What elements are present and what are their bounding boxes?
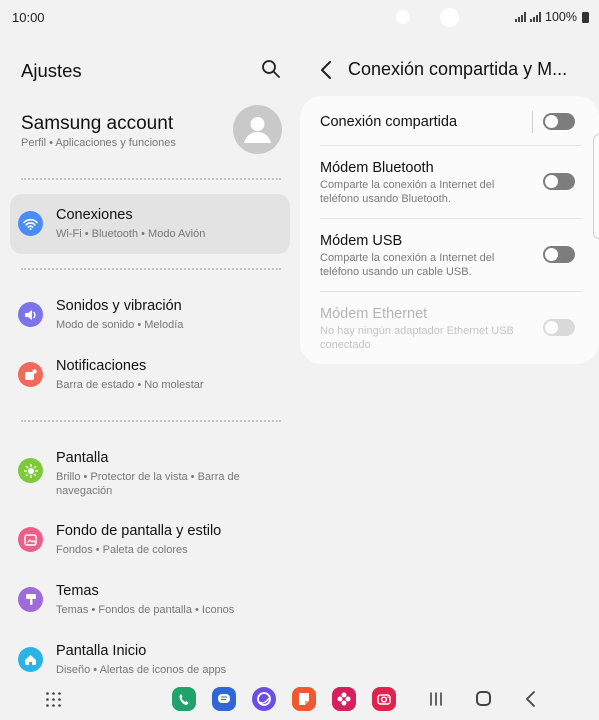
row-subtitle: No hay ningún adaptador Ethernet USB con… bbox=[320, 325, 514, 351]
toggle-knob bbox=[544, 114, 559, 129]
toggle-knob bbox=[544, 174, 559, 189]
account-name: Samsung account bbox=[21, 113, 174, 134]
picture-icon bbox=[18, 527, 43, 552]
settings-item-title: Conexiones bbox=[56, 207, 133, 223]
vertical-divider bbox=[532, 111, 533, 133]
settings-item-conexiones[interactable]: Conexiones Wi-Fi • Bluetooth • Modo Avió… bbox=[10, 194, 290, 254]
camera-app-icon[interactable] bbox=[372, 687, 396, 711]
edge-panel-handle[interactable] bbox=[593, 134, 599, 239]
page-title: Ajustes bbox=[21, 60, 82, 81]
settings-item-subtitle: Brillo • Protector de la vista • Barra d… bbox=[56, 471, 240, 497]
home-icon bbox=[18, 647, 43, 672]
home-button-icon[interactable] bbox=[476, 691, 491, 706]
sun-icon bbox=[18, 458, 43, 483]
tethering-detail-pane: Conexión compartida y M... Conexión comp… bbox=[300, 34, 599, 680]
settings-item-temas[interactable]: Temas Temas • Fondos de pantalla • Icono… bbox=[10, 570, 290, 630]
divider bbox=[21, 420, 281, 422]
notes-app-icon[interactable] bbox=[292, 687, 316, 711]
navigation-bar bbox=[0, 680, 599, 720]
toggle-knob bbox=[544, 247, 559, 262]
back-arrow-icon[interactable] bbox=[318, 59, 336, 81]
theme-brush-icon bbox=[18, 587, 43, 612]
settings-item-pantalla[interactable]: Pantalla Brillo • Protector de la vista … bbox=[10, 437, 290, 503]
status-time: 10:00 bbox=[12, 10, 45, 25]
account-subtitle: Perfil • Aplicaciones y funciones bbox=[21, 137, 176, 149]
settings-item-subtitle: Barra de estado • No molestar bbox=[56, 379, 204, 391]
toggle-modem-usb[interactable] bbox=[543, 246, 575, 263]
settings-item-title: Notificaciones bbox=[56, 358, 147, 374]
avatar[interactable] bbox=[233, 105, 282, 154]
toggle-modem-ethernet bbox=[543, 319, 575, 336]
app-drawer-icon[interactable] bbox=[45, 691, 62, 708]
settings-item-title: Fondo de pantalla y estilo bbox=[56, 523, 222, 539]
signal-icon bbox=[530, 12, 542, 22]
settings-item-fondo[interactable]: Fondo de pantalla y estilo Fondos • Pale… bbox=[10, 510, 290, 570]
toggle-modem-bluetooth[interactable] bbox=[543, 173, 575, 190]
row-title: Conexión compartida bbox=[320, 114, 458, 130]
status-indicators: 100% bbox=[515, 10, 589, 24]
camera-cutout bbox=[396, 10, 410, 24]
settings-list-pane: Ajustes Samsung account Perfil • Aplicac… bbox=[0, 34, 300, 680]
internet-app-icon[interactable] bbox=[252, 687, 276, 711]
back-button-icon[interactable] bbox=[524, 690, 538, 708]
settings-item-subtitle: Wi-Fi • Bluetooth • Modo Avión bbox=[56, 228, 206, 240]
settings-item-title: Pantalla bbox=[56, 450, 109, 466]
settings-item-title: Temas bbox=[56, 583, 99, 599]
messages-app-icon[interactable] bbox=[212, 687, 236, 711]
speaker-icon bbox=[18, 302, 43, 327]
camera-cutout bbox=[440, 8, 459, 27]
settings-item-title: Sonidos y vibración bbox=[56, 298, 182, 314]
settings-item-notificaciones[interactable]: Notificaciones Barra de estado • No mole… bbox=[10, 345, 290, 405]
settings-item-title: Pantalla Inicio bbox=[56, 643, 147, 659]
gallery-app-icon[interactable] bbox=[332, 687, 356, 711]
divider bbox=[21, 178, 281, 180]
toggle-conexion-compartida[interactable] bbox=[543, 113, 575, 130]
person-icon bbox=[244, 117, 271, 143]
settings-item-subtitle: Modo de sonido • Melodía bbox=[56, 319, 184, 331]
row-subtitle: Comparte la conexión a Internet del telé… bbox=[320, 252, 495, 278]
row-title: Módem Bluetooth bbox=[320, 160, 434, 176]
battery-icon bbox=[582, 11, 589, 23]
settings-item-subtitle: Fondos • Paleta de colores bbox=[56, 544, 188, 556]
settings-item-subtitle: Diseño • Alertas de iconos de apps bbox=[56, 664, 227, 676]
settings-item-sonidos[interactable]: Sonidos y vibración Modo de sonido • Mel… bbox=[10, 285, 290, 345]
settings-item-subtitle: Temas • Fondos de pantalla • Iconos bbox=[56, 604, 235, 616]
recent-apps-icon[interactable] bbox=[428, 691, 444, 707]
row-title: Módem Ethernet bbox=[320, 306, 428, 322]
toggle-knob bbox=[544, 320, 559, 335]
search-icon[interactable] bbox=[260, 58, 282, 80]
phone-app-icon[interactable] bbox=[172, 687, 196, 711]
divider bbox=[21, 268, 281, 270]
battery-percent: 100% bbox=[545, 10, 577, 24]
detail-title: Conexión compartida y M... bbox=[348, 59, 568, 79]
row-title: Módem USB bbox=[320, 233, 403, 249]
signal-icon bbox=[515, 12, 527, 22]
wifi-icon bbox=[18, 211, 43, 236]
status-bar: 10:00 100% bbox=[0, 0, 599, 34]
notification-icon bbox=[18, 362, 43, 387]
row-subtitle: Comparte la conexión a Internet del telé… bbox=[320, 179, 495, 205]
